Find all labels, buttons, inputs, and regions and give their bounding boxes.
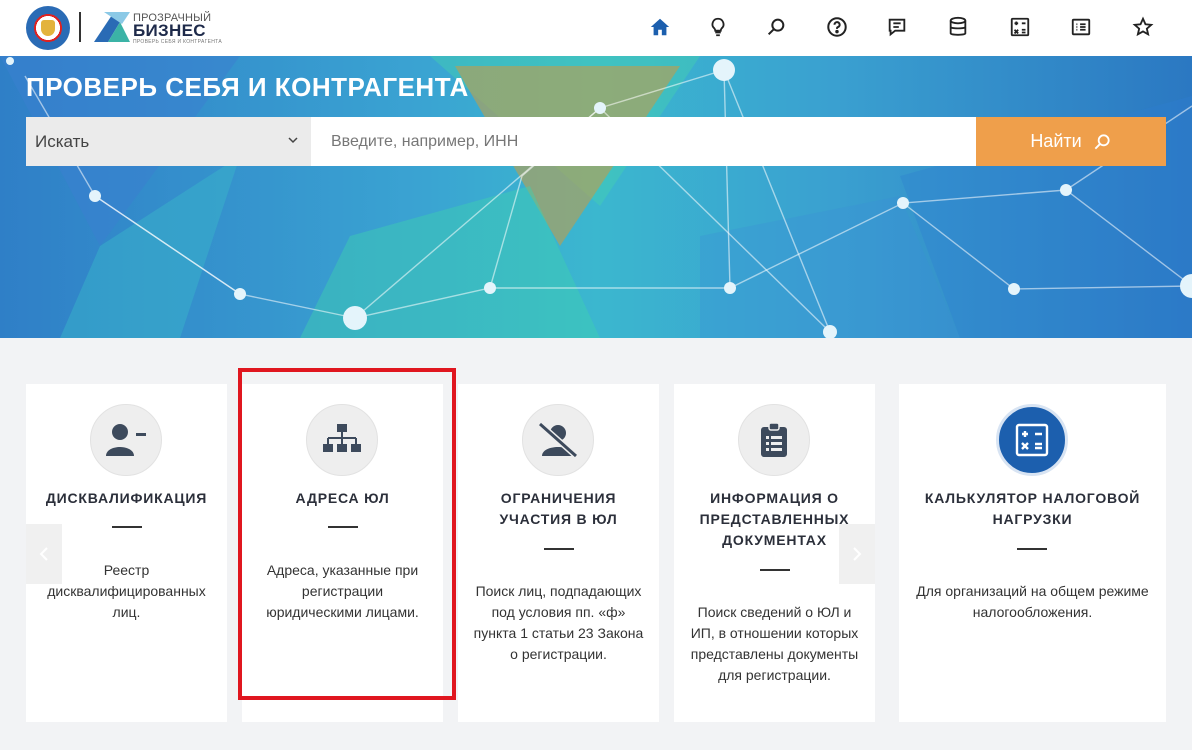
- sitemap-icon: [323, 424, 361, 452]
- card-title: ОГРАНИЧЕНИЯ УЧАСТИЯ В ЮЛ: [499, 490, 618, 527]
- card-tax-calculator[interactable]: КАЛЬКУЛЯТОР НАЛОГОВОЙ НАГРУЗКИ Для орган…: [899, 384, 1166, 722]
- card-title: АДРЕСА ЮЛ: [295, 490, 390, 506]
- search-icon: [1094, 133, 1110, 149]
- chevron-down-icon: [288, 137, 298, 144]
- card-divider: [760, 569, 790, 571]
- card-description: Адреса, указанные при регистрации юридич…: [266, 562, 419, 620]
- search-type-value: Искать: [35, 131, 90, 151]
- card-icon-circle: [306, 404, 378, 476]
- card-divider: [328, 526, 358, 528]
- header: ПРОЗРАЧНЫЙ БИЗНЕС ПРОВЕРЬ СЕБЯ И КОНТРАГ…: [0, 0, 1192, 56]
- comment-icon[interactable]: [882, 12, 912, 42]
- card-divider: [1017, 548, 1047, 550]
- carousel-prev-button[interactable]: [26, 524, 62, 584]
- card-participation-restrictions[interactable]: ОГРАНИЧЕНИЯ УЧАСТИЯ В ЮЛ Поиск лиц, подп…: [458, 384, 659, 722]
- search-type-select[interactable]: Искать: [26, 117, 311, 166]
- card-description: Реестр дисквалифицированных лиц.: [47, 562, 206, 620]
- help-icon[interactable]: [822, 12, 852, 42]
- lightbulb-icon[interactable]: [703, 12, 733, 42]
- transparent-business-logo-icon[interactable]: [90, 8, 132, 46]
- chevron-right-icon: [853, 547, 862, 561]
- logo-text-line3: ПРОВЕРЬ СЕБЯ И КОНТРАГЕНТА: [133, 39, 222, 45]
- logo-divider: [79, 12, 81, 42]
- list-icon[interactable]: [1066, 12, 1096, 42]
- card-title: КАЛЬКУЛЯТОР НАЛОГОВОЙ НАГРУЗКИ: [924, 490, 1141, 527]
- calculator-icon: [1015, 423, 1049, 457]
- card-description: Поиск лиц, подпадающих под условия пп. «…: [473, 583, 644, 662]
- card-description: Поиск сведений о ЮЛ и ИП, в отношении ко…: [690, 604, 859, 683]
- card-icon-circle: [996, 404, 1068, 476]
- home-icon[interactable]: [645, 12, 675, 42]
- card-legal-addresses[interactable]: АДРЕСА ЮЛ Адреса, указанные при регистра…: [242, 384, 443, 722]
- card-icon-circle: [738, 404, 810, 476]
- card-icon-circle: [522, 404, 594, 476]
- search-icon[interactable]: [761, 12, 791, 42]
- card-divider: [544, 548, 574, 550]
- hero-title: ПРОВЕРЬ СЕБЯ И КОНТРАГЕНТА: [26, 72, 469, 102]
- database-icon[interactable]: [943, 12, 973, 42]
- logo-text-line2: БИЗНЕС: [133, 21, 206, 40]
- card-title: ДИСКВАЛИФИКАЦИЯ: [45, 490, 208, 506]
- search-button[interactable]: Найти: [976, 117, 1166, 166]
- chevron-left-icon: [39, 547, 48, 561]
- carousel-next-button[interactable]: [839, 524, 875, 584]
- user-minus-icon: [106, 424, 146, 456]
- card-title: ИНФОРМАЦИЯ О ПРЕДСТАВЛЕННЫХ ДОКУМЕНТАХ: [699, 490, 850, 548]
- fns-emblem-logo[interactable]: [26, 6, 70, 50]
- search-button-label: Найти: [1030, 131, 1082, 151]
- user-slash-icon: [538, 421, 578, 459]
- star-icon[interactable]: [1128, 12, 1158, 42]
- clipboard-list-icon: [761, 422, 787, 457]
- card-description: Для организаций на общем режиме налогооб…: [916, 583, 1149, 620]
- search-input[interactable]: [311, 117, 976, 166]
- card-divider: [112, 526, 142, 528]
- hero-banner: ПРОВЕРЬ СЕБЯ И КОНТРАГЕНТА Искать Найти: [0, 56, 1192, 338]
- card-icon-circle: [90, 404, 162, 476]
- calculator-icon[interactable]: [1005, 12, 1035, 42]
